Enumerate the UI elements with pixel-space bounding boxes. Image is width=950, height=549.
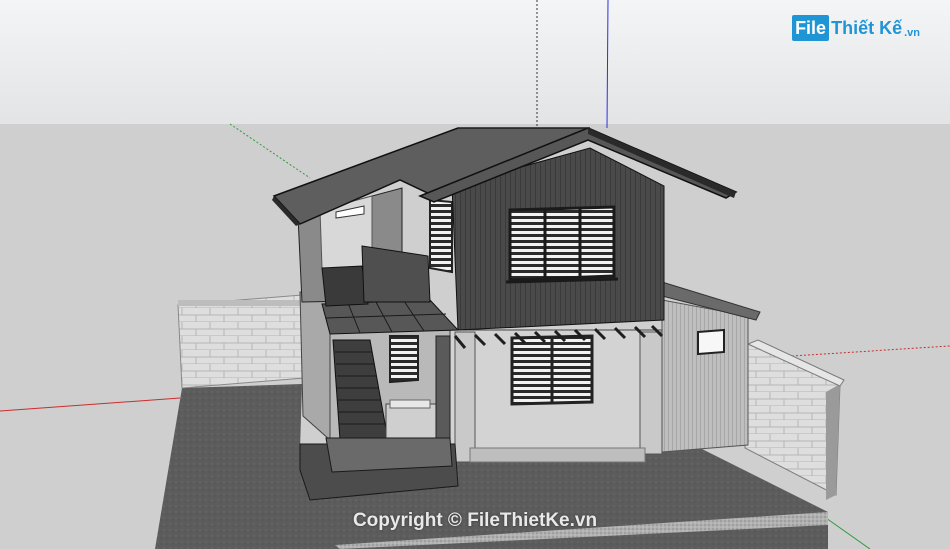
logo-text: Thiết Kế bbox=[831, 18, 903, 38]
annex-wall bbox=[661, 299, 749, 453]
3d-model-viewport[interactable] bbox=[0, 0, 950, 549]
upper-stair bbox=[321, 265, 369, 307]
front-column-left bbox=[454, 331, 476, 463]
logo-suffix: .vn bbox=[904, 27, 920, 39]
balcony-railing bbox=[361, 245, 431, 303]
left-fence-cap bbox=[178, 300, 302, 306]
side-window bbox=[389, 335, 419, 384]
planter-box bbox=[385, 403, 439, 439]
annex-window bbox=[697, 328, 725, 356]
front-column-right bbox=[639, 331, 663, 455]
upper-main-window bbox=[508, 205, 616, 282]
left-fence bbox=[177, 294, 305, 389]
brand-logo: File Thiết Kế .vn bbox=[792, 14, 920, 42]
logo-box: File bbox=[792, 15, 830, 41]
entry-step-upper bbox=[325, 437, 453, 473]
wall-base bbox=[469, 447, 646, 463]
upper-side-window bbox=[429, 198, 453, 274]
planter-top bbox=[389, 399, 431, 409]
copyright-watermark: Copyright © FileThietKe.vn bbox=[352, 510, 598, 531]
